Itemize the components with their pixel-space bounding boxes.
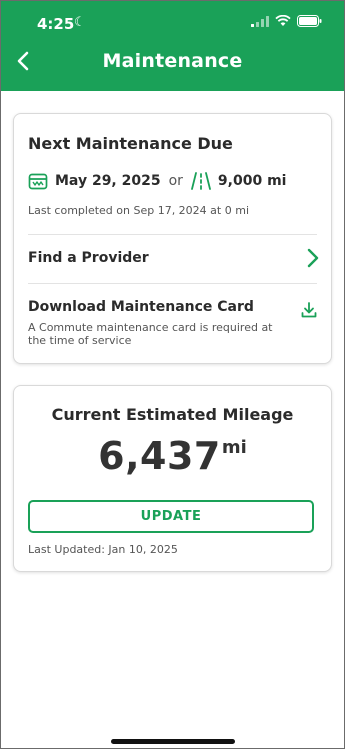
app-screen: 4:25 ☾ Maintenance Next Maintenance Due … <box>0 0 345 749</box>
divider <box>28 283 317 284</box>
next-maintenance-title: Next Maintenance Due <box>28 134 233 153</box>
last-updated-text: Last Updated: Jan 10, 2025 <box>28 543 178 556</box>
mileage-value: 6,437mi <box>14 434 331 478</box>
mileage-card: Current Estimated Mileage 6,437mi UPDATE… <box>13 385 332 572</box>
next-maintenance-card: Next Maintenance Due May 29, 2025 or 9,0… <box>13 113 332 364</box>
update-button[interactable]: UPDATE <box>28 500 314 533</box>
status-bar: 4:25 ☾ <box>1 1 344 45</box>
download-card-note: A Commute maintenance card is required a… <box>28 321 273 347</box>
download-card-label: Download Maintenance Card <box>28 299 254 315</box>
find-provider-label: Find a Provider <box>28 250 149 266</box>
mileage-number: 6,437 <box>98 434 221 478</box>
chevron-right-icon[interactable] <box>307 248 319 268</box>
divider <box>28 234 317 235</box>
download-icon[interactable] <box>301 302 317 318</box>
mileage-unit: mi <box>221 437 247 458</box>
or-text: or <box>168 173 183 189</box>
header-bar: 4:25 ☾ Maintenance <box>1 1 344 91</box>
last-completed-text: Last completed on Sep 17, 2024 at 0 mi <box>28 204 249 217</box>
status-time: 4:25 <box>37 15 75 33</box>
road-icon <box>191 172 211 190</box>
due-details-row: May 29, 2025 or 9,000 mi <box>28 172 286 190</box>
due-mileage: 9,000 mi <box>217 173 287 189</box>
page-title: Maintenance <box>102 50 243 72</box>
moon-icon: ☾ <box>74 15 86 30</box>
due-date: May 29, 2025 <box>55 173 161 189</box>
home-indicator <box>111 739 235 744</box>
calendar-icon <box>28 173 48 190</box>
mileage-title: Current Estimated Mileage <box>51 405 294 424</box>
cellular-signal-icon <box>251 15 269 27</box>
wifi-icon <box>275 15 291 26</box>
battery-icon <box>297 15 322 27</box>
status-icons <box>251 15 322 27</box>
